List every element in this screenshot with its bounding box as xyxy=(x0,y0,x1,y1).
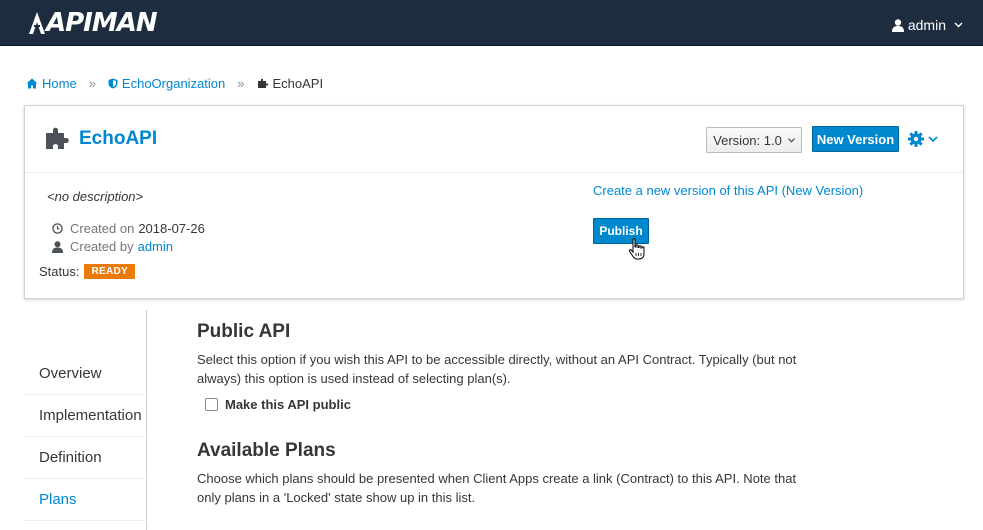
created-on-row: Created on 2018-07-26 xyxy=(52,221,205,236)
breadcrumb-organization[interactable]: EchoOrganization xyxy=(108,76,225,91)
user-name: admin xyxy=(907,17,946,33)
logo-text: APIMAN xyxy=(46,8,158,38)
puzzle-icon xyxy=(257,78,268,88)
created-by-link[interactable]: admin xyxy=(138,239,173,254)
public-api-heading: Public API xyxy=(197,321,291,342)
version-select-label: Version: 1.0 xyxy=(713,132,782,148)
api-actions-menu[interactable] xyxy=(908,131,938,147)
status-badge: READY xyxy=(84,264,135,279)
sidebar-item-plans[interactable]: Plans xyxy=(24,479,147,521)
breadcrumb-current-api: EchoAPI xyxy=(257,76,324,91)
home-icon xyxy=(26,78,38,89)
breadcrumb-home[interactable]: Home xyxy=(26,76,77,91)
chevron-down-icon xyxy=(954,22,963,28)
api-details-card: EchoAPI Version: 1.0 New Version <no des… xyxy=(24,105,964,299)
chevron-down-icon xyxy=(928,135,938,142)
sidebar-item-overview[interactable]: Overview xyxy=(24,353,147,395)
public-api-description: Select this option if you wish this API … xyxy=(197,352,797,386)
sidebar-item-definition[interactable]: Definition xyxy=(24,437,147,479)
api-title[interactable]: EchoAPI xyxy=(79,128,157,150)
status-row: Status: READY xyxy=(39,264,135,279)
status-label: Status: xyxy=(39,264,80,279)
api-description: <no description> xyxy=(47,189,144,204)
clock-icon xyxy=(52,223,63,234)
make-public-row[interactable]: Make this API public xyxy=(205,397,351,412)
api-sidebar-nav: Overview Implementation Definition Plans xyxy=(24,310,147,530)
make-public-label[interactable]: Make this API public xyxy=(225,397,351,412)
breadcrumb-organization-label: EchoOrganization xyxy=(121,76,226,91)
create-new-version-link[interactable]: Create a new version of this API (New Ve… xyxy=(593,183,863,198)
breadcrumb: Home » EchoOrganization » EchoAPI xyxy=(26,76,323,91)
breadcrumb-separator: » xyxy=(237,76,245,91)
new-version-button[interactable]: New Version xyxy=(812,126,899,152)
make-public-checkbox[interactable] xyxy=(205,398,218,411)
hand-cursor-icon xyxy=(628,238,645,260)
created-on-label: Created on xyxy=(70,221,135,236)
created-by-label: Created by xyxy=(70,239,134,254)
available-plans-description: Choose which plans should be presented w… xyxy=(197,471,797,505)
version-select[interactable]: Version: 1.0 xyxy=(706,127,802,153)
user-icon xyxy=(891,18,904,32)
sidebar-item-implementation[interactable]: Implementation xyxy=(24,395,147,437)
gear-icon xyxy=(908,131,924,147)
breadcrumb-api-label: EchoAPI xyxy=(272,76,324,91)
chevron-down-icon xyxy=(787,137,795,143)
breadcrumb-home-label: Home xyxy=(42,76,77,91)
top-navbar: APIMAN admin xyxy=(0,0,983,46)
created-on-value: 2018-07-26 xyxy=(138,221,205,236)
puzzle-icon xyxy=(46,127,69,149)
user-menu[interactable]: admin xyxy=(891,17,963,33)
shield-icon xyxy=(108,78,118,89)
created-by-row: Created by admin xyxy=(52,239,173,254)
breadcrumb-separator: » xyxy=(88,76,96,91)
user-icon xyxy=(52,240,63,253)
apiman-logo-icon xyxy=(29,12,45,34)
apiman-logo[interactable]: APIMAN xyxy=(26,8,158,38)
available-plans-heading: Available Plans xyxy=(197,440,336,461)
